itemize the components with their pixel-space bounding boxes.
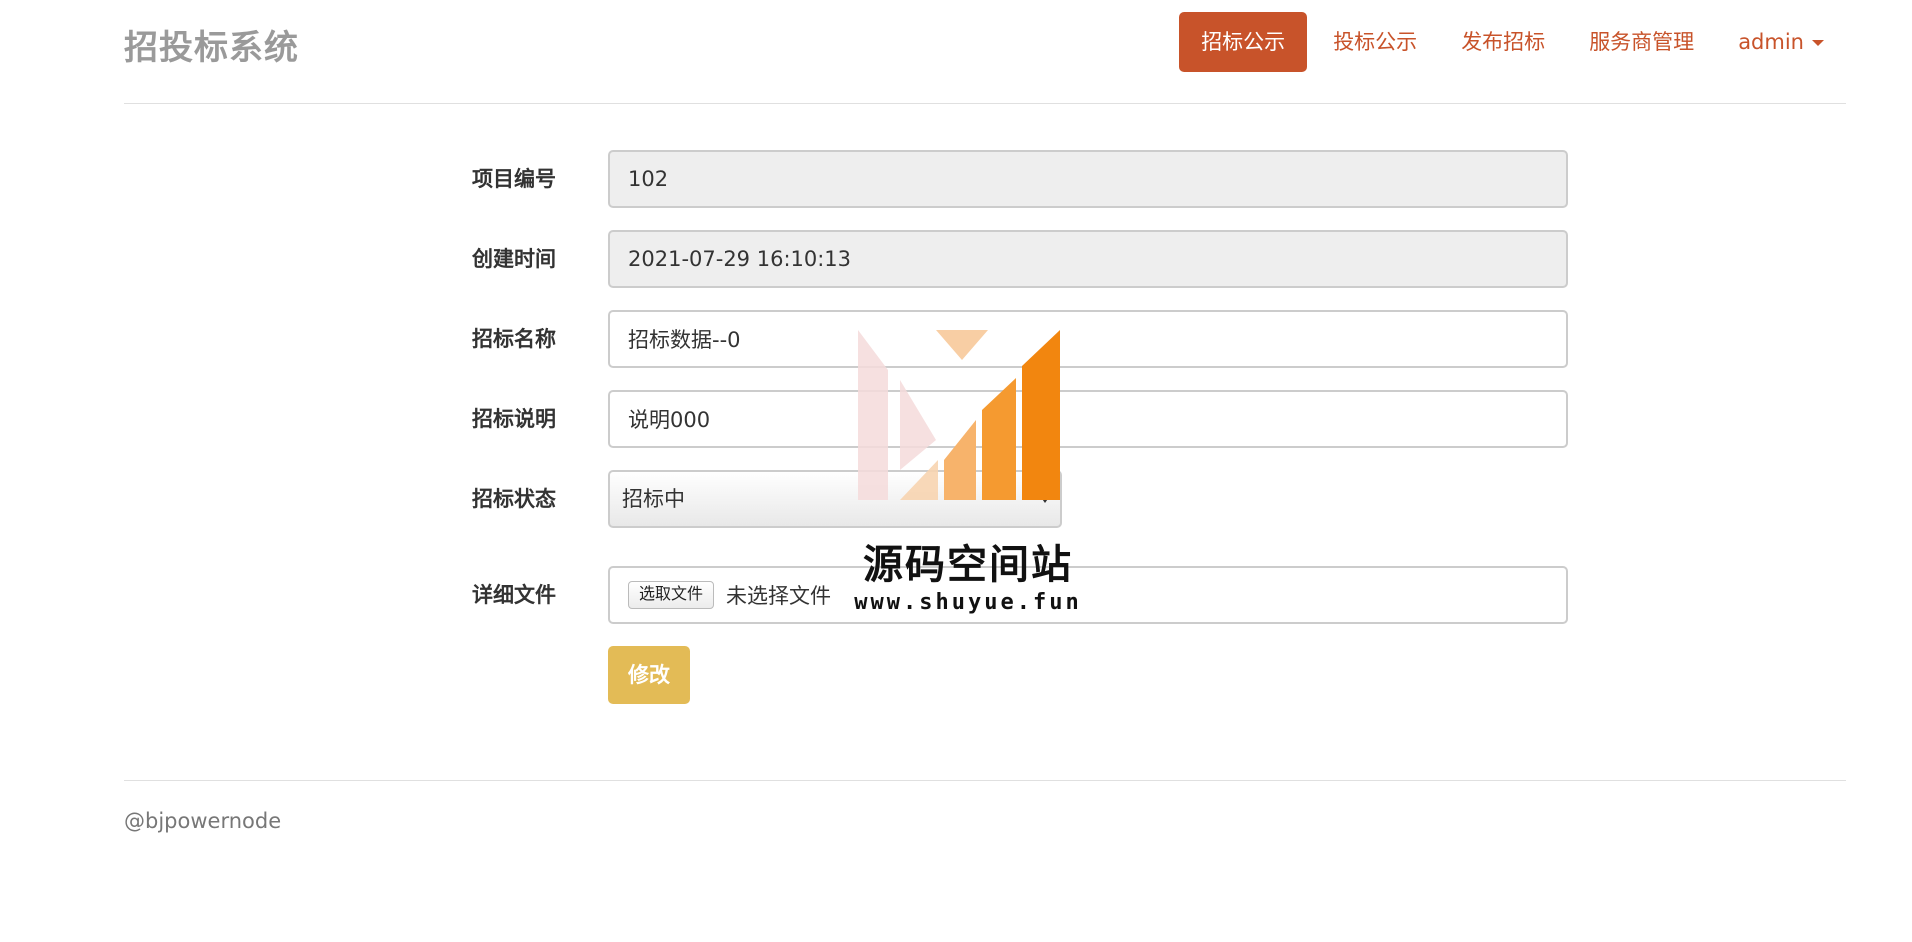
chevron-down-icon	[1040, 496, 1050, 503]
form-row-created-at: 创建时间	[472, 230, 1572, 310]
page: 招投标系统 招标公示 投标公示 发布招标 服务商管理 admin 项目编号 10…	[0, 0, 1912, 942]
form-row-tender-desc: 招标说明	[472, 390, 1572, 470]
form-row-tender-name: 招标名称	[472, 310, 1572, 390]
nav-item-label: 投标公示	[1333, 30, 1418, 54]
created-at-input[interactable]	[608, 230, 1568, 288]
user-menu-label: admin	[1738, 30, 1804, 54]
detail-file-label: 详细文件	[472, 583, 556, 607]
tender-edit-form: 项目编号 创建时间 招标名称 招标说明 招标状态 招标中 详细文件 选取文件	[472, 150, 1572, 726]
nav-bar: 招标公示 投标公示 发布招标 服务商管理 admin	[1179, 12, 1846, 72]
tender-name-input[interactable]	[608, 310, 1568, 368]
file-status-text: 未选择文件	[726, 584, 832, 608]
nav-item-label: 发布招标	[1461, 30, 1546, 54]
form-row-tender-status: 招标状态 招标中	[472, 470, 1572, 566]
nav-item-tender-notice[interactable]: 招标公示	[1179, 12, 1308, 72]
caret-down-icon	[1812, 40, 1824, 46]
header: 招投标系统 招标公示 投标公示 发布招标 服务商管理 admin	[124, 0, 1846, 104]
footer: @bjpowernode	[124, 780, 1846, 850]
form-row-submit: 修改	[472, 646, 1572, 726]
nav-item-bid-notice[interactable]: 投标公示	[1311, 12, 1439, 72]
nav-item-publish-tender[interactable]: 发布招标	[1439, 12, 1567, 72]
project-no-input[interactable]	[608, 150, 1568, 208]
detail-file-input[interactable]: 选取文件 未选择文件	[608, 566, 1568, 624]
user-menu-dropdown[interactable]: admin	[1716, 12, 1846, 72]
project-no-label: 项目编号	[472, 167, 556, 191]
footer-text: @bjpowernode	[124, 809, 282, 833]
nav-item-label: 服务商管理	[1589, 30, 1695, 54]
created-at-label: 创建时间	[472, 247, 556, 271]
tender-desc-label: 招标说明	[472, 407, 556, 431]
nav-item-provider-management[interactable]: 服务商管理	[1567, 12, 1716, 72]
modify-button[interactable]: 修改	[608, 646, 690, 704]
choose-file-button[interactable]: 选取文件	[628, 581, 715, 609]
tender-status-value: 招标中	[622, 487, 685, 511]
tender-status-label: 招标状态	[472, 487, 556, 511]
tender-name-label: 招标名称	[472, 327, 556, 351]
tender-status-select[interactable]: 招标中	[608, 470, 1062, 528]
form-row-project-no: 项目编号	[472, 150, 1572, 230]
tender-desc-input[interactable]	[608, 390, 1568, 448]
brand-title[interactable]: 招投标系统	[124, 20, 299, 69]
form-row-detail-file: 详细文件 选取文件 未选择文件	[472, 566, 1572, 646]
nav-item-label: 招标公示	[1201, 30, 1286, 54]
